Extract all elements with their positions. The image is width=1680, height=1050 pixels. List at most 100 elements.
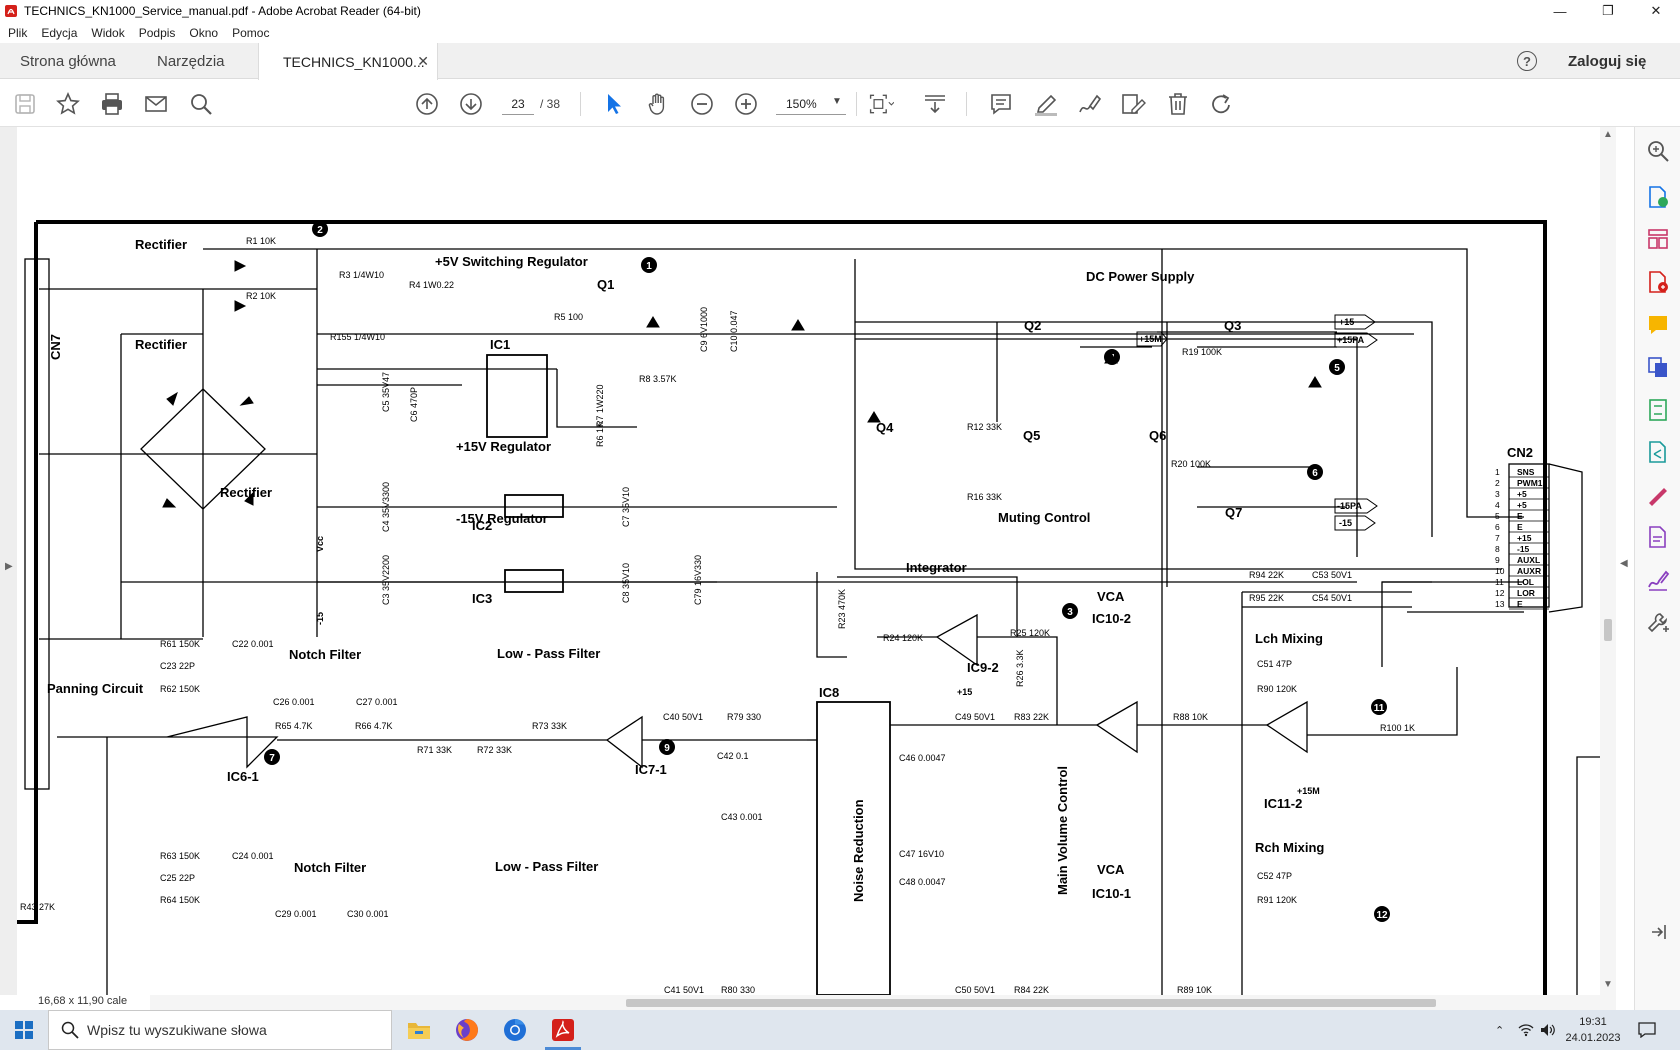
cn2-pin-label: LOR (1517, 588, 1535, 598)
cn2-pin-number: 3 (1495, 489, 1500, 499)
create-pdf-icon[interactable] (1646, 270, 1670, 294)
rotate-button[interactable] (1209, 91, 1235, 117)
star-icon (56, 92, 80, 115)
taskbar-firefox[interactable] (443, 1010, 491, 1050)
taskbar-explorer[interactable] (395, 1010, 443, 1050)
volume-icon[interactable] (1540, 1010, 1556, 1050)
next-page-button[interactable] (458, 91, 484, 117)
scroll-up-icon[interactable]: ▲ (1603, 129, 1613, 140)
edit-text-icon[interactable] (1646, 525, 1670, 549)
tray-chevron-icon[interactable]: ⌃ (1495, 1010, 1504, 1050)
zoom-in-button[interactable] (733, 91, 759, 117)
email-button[interactable] (143, 91, 169, 117)
sign-button[interactable] (1076, 91, 1102, 117)
comment-button[interactable] (988, 91, 1014, 117)
label-noise-reduction: Noise Reduction (851, 799, 866, 902)
pdf-page: SNS 1 PWM1 2 +5 3 +5 4 E 5 E 6 +15 7 -15 8 AUXL 9 AUXR 10 LO… (17, 127, 1602, 995)
notifications-icon[interactable] (1638, 1010, 1656, 1050)
scrollbar-thumb[interactable] (1604, 619, 1612, 641)
menu-podpis[interactable]: Podpis (139, 26, 176, 40)
windows-taskbar: Wpisz tu wyszukiwane słowa ⌃ 19:31 24.01… (0, 1010, 1680, 1050)
search-icon (61, 1021, 79, 1039)
tab-document[interactable]: TECHNICS_KN1000... ✕ (258, 43, 438, 80)
horizontal-scrollbar[interactable] (150, 995, 1616, 1010)
taskbar-clock[interactable]: 19:31 24.01.2023 (1562, 1014, 1624, 1046)
start-button[interactable] (0, 1010, 48, 1050)
print-icon (102, 93, 122, 115)
print-button[interactable] (99, 91, 125, 117)
minimize-button[interactable]: — (1536, 0, 1584, 22)
taskbar-search-input[interactable]: Wpisz tu wyszukiwane słowa (48, 1010, 392, 1050)
component-r26: R26 3.3K (1015, 649, 1025, 687)
highlight-button[interactable] (1033, 91, 1059, 117)
zoom-out-button[interactable] (689, 91, 715, 117)
save-button[interactable] (12, 91, 38, 117)
label-main-volume: Main Volume Control (1055, 766, 1070, 895)
hand-tool-button[interactable] (645, 91, 671, 117)
component-r4: R4 1W0.22 (409, 280, 454, 290)
expand-panel-icon[interactable] (1646, 920, 1670, 944)
more-tools-icon[interactable] (1646, 611, 1670, 635)
rail-vcc: Vcc (315, 536, 325, 552)
scroll-mode-button[interactable] (922, 91, 948, 117)
signature-icon[interactable] (1646, 568, 1670, 592)
compress-pdf-icon[interactable] (1646, 398, 1670, 422)
scroll-down-icon[interactable]: ▼ (1603, 979, 1613, 990)
help-icon[interactable]: ? (1517, 51, 1537, 71)
share-pdf-icon[interactable] (1646, 440, 1670, 464)
label-15v-regulator: +15V Regulator (456, 439, 551, 454)
maximize-button[interactable]: ❐ (1584, 0, 1632, 22)
fit-page-button[interactable] (868, 91, 894, 117)
tab-home[interactable]: Strona główna (20, 43, 116, 79)
delete-button[interactable] (1165, 91, 1191, 117)
label-ic1: IC1 (490, 337, 510, 352)
close-window-button[interactable]: ✕ (1632, 0, 1680, 22)
search-pdf-icon[interactable] (1646, 139, 1670, 163)
page-number-input[interactable]: 23 (502, 93, 534, 115)
comment-tool-icon[interactable] (1646, 313, 1670, 337)
taskbar-acrobat[interactable] (539, 1010, 587, 1050)
menu-plik[interactable]: Plik (8, 26, 27, 40)
combine-files-icon[interactable] (1646, 355, 1670, 379)
fill-sign-icon[interactable] (1646, 483, 1670, 507)
label-ic2: IC2 (472, 518, 492, 533)
bookmark-button[interactable] (55, 91, 81, 117)
edit-icon (1122, 94, 1146, 114)
acrobat-window: TECHNICS_KN1000_Service_manual.pdf - Ado… (0, 0, 1680, 1050)
tab-close-icon[interactable]: ✕ (417, 53, 429, 70)
prev-page-button[interactable] (414, 91, 440, 117)
tab-document-label: TECHNICS_KN1000... (283, 53, 425, 70)
menu-pomoc[interactable]: Pomoc (232, 26, 269, 40)
menu-edycja[interactable]: Edycja (41, 26, 77, 40)
vertical-scrollbar[interactable]: ▲ ▼ (1600, 127, 1616, 995)
label-q7: Q7 (1225, 505, 1242, 520)
select-tool-button[interactable] (601, 91, 627, 117)
chevron-down-icon[interactable]: ▼ (832, 96, 842, 107)
export-pdf-icon[interactable] (1646, 185, 1670, 209)
find-button[interactable] (188, 91, 214, 117)
signin-link[interactable]: Zaloguj się (1568, 53, 1646, 70)
rotate-icon (1212, 94, 1230, 114)
left-panel-toggle[interactable]: ▶ (0, 127, 17, 995)
firefox-icon (456, 1019, 478, 1041)
hscroll-thumb[interactable] (626, 999, 1436, 1007)
zoom-in-icon (735, 93, 757, 115)
component-r61: R61 150K (160, 639, 200, 649)
network-icon[interactable] (1518, 1010, 1534, 1050)
taskbar-chrome[interactable] (491, 1010, 539, 1050)
menu-widok[interactable]: Widok (91, 26, 124, 40)
organize-pages-icon[interactable] (1646, 227, 1670, 251)
cn2-pin-number: 7 (1495, 533, 1500, 543)
menu-okno[interactable]: Okno (189, 26, 218, 40)
cn2-pin-number: 11 (1495, 577, 1504, 587)
tab-tools[interactable]: Narzędzia (157, 43, 225, 79)
cn2-pin-label: PWM1 (1517, 478, 1543, 488)
label-q5: Q5 (1023, 428, 1040, 443)
acrobat-icon (5, 5, 17, 17)
edit-pdf-button[interactable] (1120, 91, 1146, 117)
cn2-pin-label: SNS (1517, 467, 1535, 477)
cn2-pin-number: 5 (1495, 511, 1500, 521)
label-neg15v-regulator: -15V Regulator (456, 511, 548, 526)
label-ic6: IC6-1 (227, 769, 259, 784)
collapse-panel-icon[interactable]: ◀ (1620, 558, 1628, 569)
